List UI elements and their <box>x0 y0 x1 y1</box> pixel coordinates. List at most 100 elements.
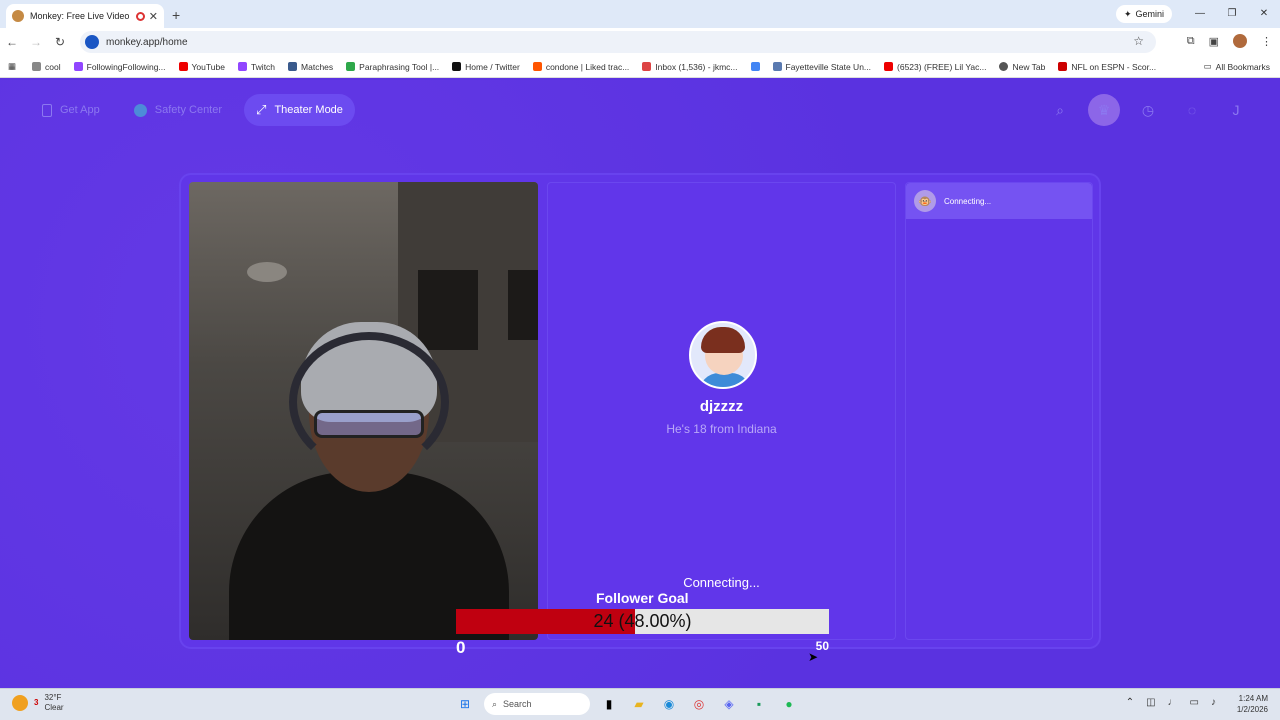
new-tab-button[interactable]: + <box>172 7 180 23</box>
search-icon[interactable]: ⌕ <box>1044 94 1076 126</box>
bookmark-icon <box>772 62 782 71</box>
chevron-up-icon[interactable]: ⌃ <box>1126 697 1134 708</box>
recording-icon <box>135 11 145 21</box>
match-panel: djzzzz He's 18 from Indiana Connecting..… <box>547 182 896 640</box>
tab-title: Monkey: Free Live Video Ch <box>30 11 132 21</box>
bookmark-item[interactable]: Home / Twitter <box>452 62 520 72</box>
match-avatar <box>689 321 757 389</box>
task-view-icon[interactable]: ▮ <box>598 693 620 715</box>
twitch-icon <box>237 62 247 71</box>
history-icon[interactable]: ◷ <box>1132 94 1164 126</box>
address-bar-row: ← → ↻ monkey.app/home ☆ ⧉ ▣ ⋮ <box>0 28 1280 56</box>
spotify-icon[interactable]: ● <box>778 693 800 715</box>
bookmark-item[interactable]: (6523) (FREE) Lil Yac... <box>884 62 986 72</box>
sparkle-icon: ✦ <box>1123 8 1132 19</box>
url-field[interactable]: monkey.app/home ☆ <box>80 31 1156 53</box>
profile-avatar[interactable] <box>1233 34 1247 48</box>
display-icon[interactable]: ▭ <box>1190 697 1199 708</box>
follower-goal-title: Follower Goal <box>596 590 689 606</box>
chrome-icon[interactable]: ◎ <box>688 693 710 715</box>
soundcloud-icon <box>532 62 542 71</box>
chat-panel: 🐵 Connecting... <box>905 182 1093 640</box>
taskbar-search[interactable]: ⌕ Search <box>484 693 590 715</box>
discord-icon[interactable]: ◈ <box>718 693 740 715</box>
tab-close-icon[interactable]: ✕ <box>149 10 158 23</box>
chat-status: Connecting... <box>944 196 992 206</box>
reload-icon[interactable]: ↻ <box>48 35 72 49</box>
google-icon <box>750 62 760 71</box>
youtube-icon <box>884 62 894 71</box>
bookmark-item[interactable]: cool <box>32 62 61 72</box>
self-camera-feed <box>189 182 538 640</box>
phone-icon <box>42 103 52 117</box>
monkey-icon: 🐵 <box>914 190 936 212</box>
bookmark-item[interactable]: Inbox (1,536) - jkmc... <box>642 62 738 72</box>
get-app-button[interactable]: Get App <box>30 94 112 126</box>
match-subtitle: He's 18 from Indiana <box>666 422 777 436</box>
safety-center-button[interactable]: Safety Center <box>122 94 234 126</box>
gemini-label: Gemini <box>1135 9 1164 19</box>
messages-icon[interactable]: ◌ <box>1176 94 1208 126</box>
weather-widget[interactable]: 3 32°F Clear <box>12 693 64 713</box>
bookmarks-bar: ▦ cool FollowingFollowing... YouTube Twi… <box>0 56 1280 78</box>
app-icon[interactable]: ▪ <box>748 693 770 715</box>
wall-poster <box>508 270 538 340</box>
bookmark-item[interactable]: New Tab <box>999 62 1045 72</box>
extensions-icon[interactable]: ⧉ <box>1187 35 1195 48</box>
bookmark-item[interactable]: condone | Liked trac... <box>532 62 629 72</box>
network-icon[interactable]: ◫ <box>1146 697 1155 708</box>
weather-condition: Clear <box>44 703 64 712</box>
windows-start-icon[interactable]: ⊞ <box>454 693 476 715</box>
browser-tab[interactable]: Monkey: Free Live Video Ch ✕ <box>6 4 164 28</box>
theater-mode-button[interactable]: ⤢ Theater Mode <box>244 94 355 126</box>
video-chat-panel: djzzzz He's 18 from Indiana Connecting..… <box>181 175 1099 647</box>
apps-grid-icon[interactable]: ▦ <box>8 61 16 72</box>
espn-icon <box>1058 62 1068 71</box>
microphone-icon[interactable]: ♩ <box>1168 697 1178 708</box>
volume-icon[interactable]: ♪ <box>1211 697 1216 708</box>
edge-icon[interactable]: ◉ <box>658 693 680 715</box>
wall-poster <box>418 270 478 350</box>
bookmark-item[interactable]: Fayetteville State Un... <box>772 62 871 72</box>
close-window-icon[interactable]: ✕ <box>1248 0 1280 28</box>
menu-icon[interactable]: ⋮ <box>1261 35 1272 48</box>
weather-sun-icon <box>12 695 28 711</box>
back-icon[interactable]: ← <box>0 35 24 49</box>
top-nav: Get App Safety Center ⤢ Theater Mode <box>30 94 355 126</box>
clock-date: 1/2/2026 <box>1236 705 1268 714</box>
bookmark-item[interactable] <box>750 62 760 71</box>
weather-temp: 32°F <box>44 693 62 702</box>
bookmark-item[interactable]: Matches <box>288 62 333 72</box>
side-panel-icon[interactable]: ▣ <box>1209 35 1219 48</box>
clock-time: 1:24 AM <box>1238 694 1268 703</box>
user-initial[interactable]: J <box>1220 94 1252 126</box>
bookmark-item[interactable]: Twitch <box>237 62 275 72</box>
gemini-button[interactable]: ✦ Gemini <box>1115 5 1172 23</box>
bookmark-item[interactable]: FollowingFollowing... <box>73 62 166 72</box>
all-bookmarks-button[interactable]: ▭ All Bookmarks <box>1204 61 1270 72</box>
site-info-icon[interactable] <box>85 35 99 49</box>
shield-icon <box>133 103 147 117</box>
follower-goal-bar: 24 (48.00%) <box>456 609 829 634</box>
mouse-cursor-icon: ➤ <box>808 650 819 664</box>
bookmark-item[interactable]: YouTube <box>178 62 225 72</box>
file-explorer-icon[interactable]: ▰ <box>628 693 650 715</box>
system-clock[interactable]: 1:24 AM 1/2/2026 <box>1237 693 1268 715</box>
system-tray: ⌃ ◫ ♩ ▭ ♪ <box>1126 697 1216 708</box>
gmail-icon <box>642 62 652 71</box>
minimize-icon[interactable]: — <box>1184 0 1216 28</box>
expand-icon: ⤢ <box>256 102 267 117</box>
bookmark-star-icon[interactable]: ☆ <box>1133 34 1144 48</box>
bookmark-icon <box>73 62 83 71</box>
crown-icon[interactable]: ♛ <box>1088 94 1120 126</box>
window-controls: — ❐ ✕ <box>1184 0 1280 28</box>
taskbar-apps: ⊞ ⌕ Search ▮ ▰ ◉ ◎ ◈ ▪ ● <box>454 693 800 715</box>
forward-icon[interactable]: → <box>24 35 48 49</box>
x-icon <box>452 62 462 71</box>
match-username: djzzzz <box>699 398 744 415</box>
bookmark-item[interactable]: Paraphrasing Tool |... <box>346 62 439 72</box>
restore-icon[interactable]: ❐ <box>1216 0 1248 28</box>
match-status: Connecting... <box>683 575 760 590</box>
youtube-icon <box>178 62 188 71</box>
bookmark-item[interactable]: NFL on ESPN - Scor... <box>1058 62 1156 72</box>
